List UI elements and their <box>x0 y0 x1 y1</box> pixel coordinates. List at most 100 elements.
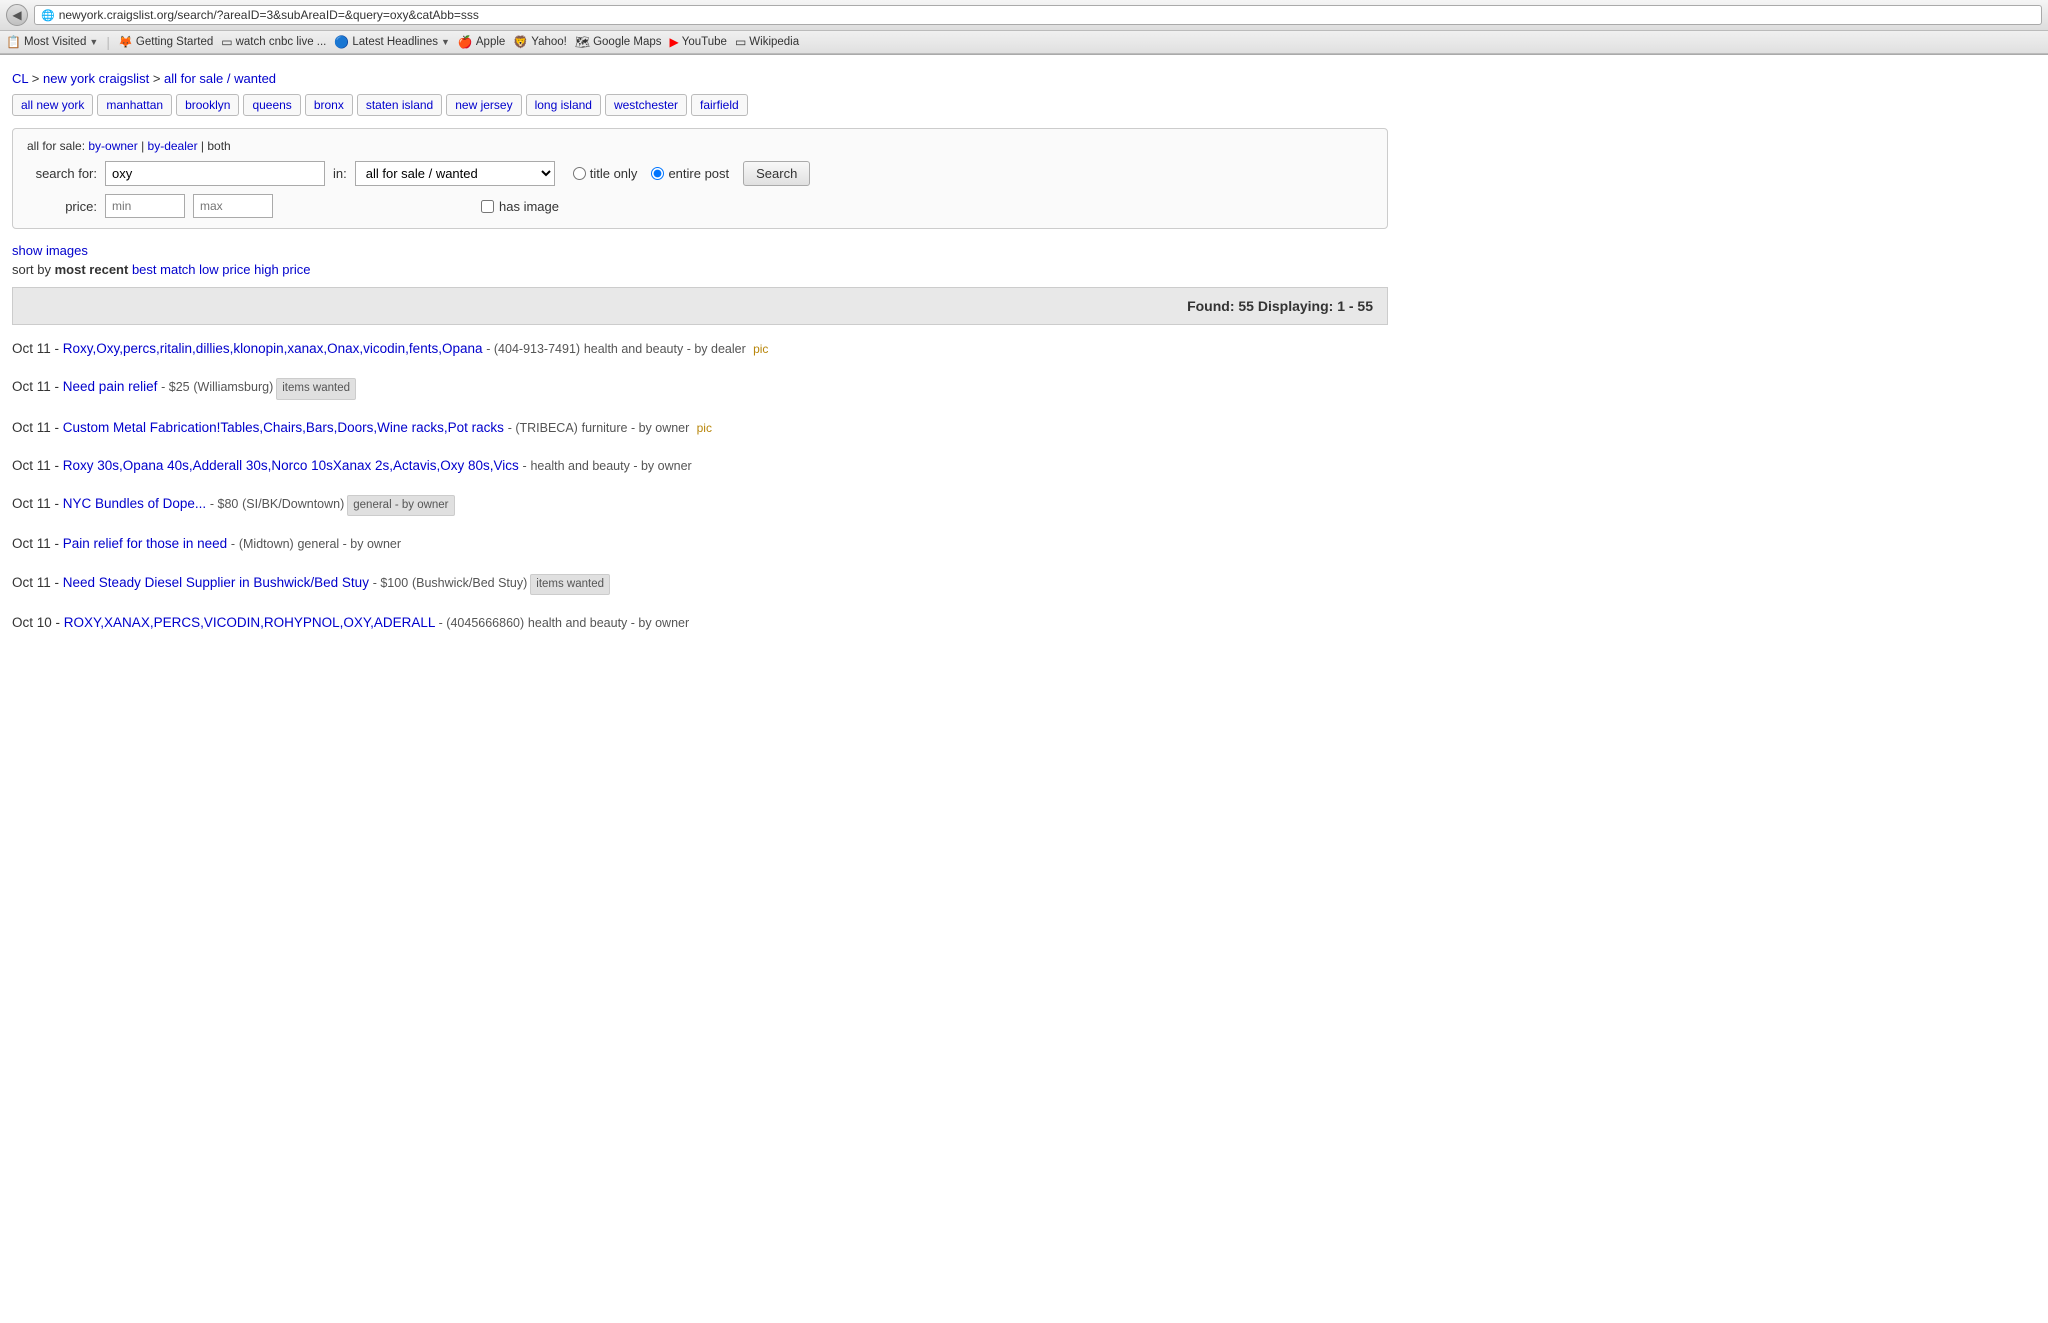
search-input[interactable] <box>105 161 325 186</box>
bookmark-label: Wikipedia <box>749 36 799 48</box>
listing-extra: - $100 <box>373 576 408 590</box>
entire-post-option[interactable]: entire post <box>651 166 729 181</box>
listing-category: furniture - by owner <box>582 421 690 435</box>
listing-extra: - <box>231 537 235 551</box>
area-tab-brooklyn[interactable]: brooklyn <box>176 94 239 116</box>
separator: | <box>106 34 110 50</box>
has-image-checkbox[interactable] <box>481 200 494 213</box>
search-button[interactable]: Search <box>743 161 810 186</box>
listing-item: Oct 11 - Need Steady Diesel Supplier in … <box>12 573 1388 595</box>
area-tab-staten-island[interactable]: staten island <box>357 94 442 116</box>
listing-item: Oct 11 - Roxy,Oxy,percs,ritalin,dillies,… <box>12 339 1388 359</box>
listing-title-link[interactable]: Need pain relief <box>63 379 158 394</box>
listing-date: Oct 11 <box>12 496 51 511</box>
bookmark-wikipedia[interactable]: ▭ Wikipedia <box>735 35 799 49</box>
breadcrumb-separator: > <box>32 71 43 86</box>
firefox-icon: 🦊 <box>118 35 133 49</box>
bookmark-latest-headlines[interactable]: 🔵 Latest Headlines ▼ <box>334 35 450 49</box>
sort-low-price[interactable]: low price <box>199 262 250 277</box>
nav-bar: ◀ 🌐 newyork.craigslist.org/search/?areaI… <box>0 0 2048 31</box>
area-tab-queens[interactable]: queens <box>243 94 300 116</box>
url-text: newyork.craigslist.org/search/?areaID=3&… <box>59 8 479 22</box>
listing-category: health and beauty - by dealer <box>584 342 746 356</box>
price-max-input[interactable] <box>193 194 273 218</box>
listing-tag: items wanted <box>530 574 610 595</box>
sort-section: show images sort by most recent best mat… <box>12 243 1388 277</box>
bookmark-apple[interactable]: 🍎 Apple <box>458 35 505 49</box>
listing-title-link[interactable]: NYC Bundles of Dope... <box>63 496 206 511</box>
title-only-option[interactable]: title only <box>573 166 638 181</box>
page-content: CL > new york craigslist > all for sale … <box>0 55 1400 659</box>
listing-title-link[interactable]: Pain relief for those in need <box>63 536 227 551</box>
listing-date: Oct 11 <box>12 458 51 473</box>
search-header: all for sale: by-owner | by-dealer | bot… <box>27 139 1373 153</box>
show-images-link[interactable]: show images <box>12 243 88 258</box>
bookmarks-bar: 📋 Most Visited ▼ | 🦊 Getting Started ▭ w… <box>0 31 2048 54</box>
area-tab-westchester[interactable]: westchester <box>605 94 687 116</box>
bookmark-yahoo[interactable]: 🦁 Yahoo! <box>513 35 567 49</box>
breadcrumb-category[interactable]: all for sale / wanted <box>164 71 276 86</box>
entire-post-label: entire post <box>668 166 729 181</box>
listing-item: Oct 11 - Need pain relief - $25 (William… <box>12 377 1388 399</box>
both-text: both <box>207 139 230 153</box>
area-tab-bronx[interactable]: bronx <box>305 94 353 116</box>
listing-date: Oct 11 <box>12 536 51 551</box>
listing-date: Oct 11 <box>12 420 51 435</box>
breadcrumb-cl[interactable]: CL <box>12 71 28 86</box>
listing-title-link[interactable]: ROXY,XANAX,PERCS,VICODIN,ROHYPNOL,OXY,AD… <box>64 615 435 630</box>
price-row: price: has image <box>27 194 1373 218</box>
breadcrumb-city[interactable]: new york craigslist <box>43 71 149 86</box>
listing-date: Oct 10 <box>12 615 52 630</box>
has-image-row: has image <box>481 199 559 214</box>
area-tab-new-jersey[interactable]: new jersey <box>446 94 521 116</box>
listing-item: Oct 11 - Custom Metal Fabrication!Tables… <box>12 418 1388 438</box>
listing-extra: - (TRIBECA) <box>508 421 578 435</box>
listing-date: Oct 11 <box>12 341 51 356</box>
area-tabs: all new yorkmanhattanbrooklynqueensbronx… <box>12 94 1388 116</box>
listing-title-link[interactable]: Need Steady Diesel Supplier in Bushwick/… <box>63 575 369 590</box>
price-min-input[interactable] <box>105 194 185 218</box>
price-label: price: <box>27 199 97 214</box>
bookmark-icon: 📋 <box>6 35 21 49</box>
bookmark-label: Google Maps <box>593 36 661 48</box>
bookmark-google-maps[interactable]: 🗺 Google Maps <box>575 35 662 49</box>
bookmark-youtube[interactable]: ▶ YouTube <box>670 35 727 49</box>
breadcrumb-separator2: > <box>153 71 164 86</box>
listing-extra: - (404-913-7491) <box>486 342 580 356</box>
bookmark-label: Apple <box>476 36 505 48</box>
sort-best-match[interactable]: best match <box>132 262 196 277</box>
bookmark-label: watch cnbc live ... <box>236 36 327 48</box>
area-tab-all-new-york[interactable]: all new york <box>12 94 93 116</box>
listing-item: Oct 11 - NYC Bundles of Dope... - $80 (S… <box>12 494 1388 516</box>
in-label: in: <box>333 166 347 181</box>
youtube-icon: ▶ <box>670 35 679 49</box>
area-tab-fairfield[interactable]: fairfield <box>691 94 748 116</box>
area-tab-long-island[interactable]: long island <box>526 94 601 116</box>
listing-category: general - by owner <box>297 537 401 551</box>
dropdown-arrow-icon: ▼ <box>441 37 450 47</box>
back-button[interactable]: ◀ <box>6 4 28 26</box>
listing-item: Oct 11 - Pain relief for those in need -… <box>12 534 1388 554</box>
bookmark-cnbc[interactable]: ▭ watch cnbc live ... <box>221 35 326 49</box>
listing-title-link[interactable]: Roxy 30s,Opana 40s,Adderall 30s,Norco 10… <box>63 458 519 473</box>
title-only-radio[interactable] <box>573 167 586 180</box>
bookmark-getting-started[interactable]: 🦊 Getting Started <box>118 35 213 49</box>
listing-item: Oct 11 - Roxy 30s,Opana 40s,Adderall 30s… <box>12 456 1388 476</box>
listing-title-link[interactable]: Custom Metal Fabrication!Tables,Chairs,B… <box>63 420 504 435</box>
address-bar[interactable]: 🌐 newyork.craigslist.org/search/?areaID=… <box>34 5 2042 25</box>
rss-icon: 🔵 <box>334 35 349 49</box>
has-image-label: has image <box>499 199 559 214</box>
entire-post-radio[interactable] <box>651 167 664 180</box>
listing-tag: general - by owner <box>347 495 454 516</box>
bookmark-label: YouTube <box>682 36 727 48</box>
category-select[interactable]: all for sale / wanted antiques appliance… <box>355 161 555 186</box>
area-tab-manhattan[interactable]: manhattan <box>97 94 172 116</box>
sort-high-price[interactable]: high price <box>254 262 310 277</box>
by-dealer-link[interactable]: by-dealer <box>148 139 198 153</box>
by-owner-link[interactable]: by-owner <box>88 139 137 153</box>
listing-title-link[interactable]: Roxy,Oxy,percs,ritalin,dillies,klonopin,… <box>63 341 483 356</box>
search-header-text: all for sale: <box>27 139 85 153</box>
listing-extra: - $80 <box>210 497 239 511</box>
bookmark-most-visited[interactable]: 📋 Most Visited ▼ <box>6 35 98 49</box>
listing-location: (SI/BK/Downtown) <box>242 497 344 511</box>
